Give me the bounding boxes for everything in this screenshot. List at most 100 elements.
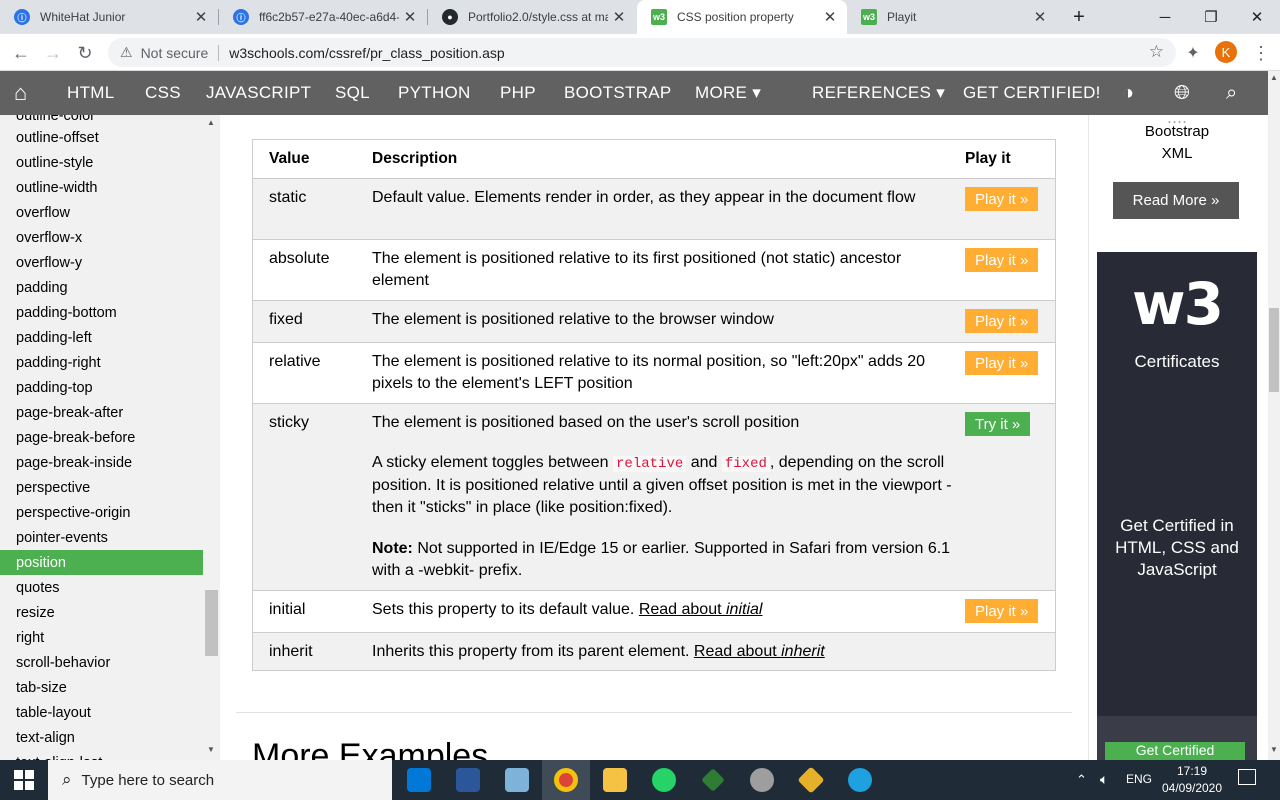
nav-sql[interactable]: SQL (335, 71, 370, 115)
volume-icon[interactable]: 🔈︎ (1100, 771, 1108, 788)
sidebar-item[interactable]: quotes (0, 575, 203, 600)
nav-html[interactable]: HTML (67, 71, 114, 115)
clock-time[interactable]: 17:19 (1160, 764, 1224, 778)
tab-css-position[interactable]: w3 CSS position property ✕ (637, 0, 847, 34)
sidebar-item[interactable]: padding-top (0, 375, 203, 400)
nav-references[interactable]: REFERENCES ▾ (812, 71, 945, 115)
nav-bootstrap[interactable]: BOOTSTRAP (564, 71, 672, 115)
scroll-up-icon[interactable]: ▲ (207, 118, 215, 127)
tab-uuid[interactable]: ⓘ ff6c2b57-e27a-40ec-a6d4-2 ✕ (219, 0, 427, 34)
back-icon[interactable]: ← (8, 40, 34, 66)
close-tab-icon[interactable]: ✕ (819, 8, 841, 26)
nav-more[interactable]: MORE ▾ (695, 71, 761, 115)
play-it-button[interactable]: Play it » (965, 351, 1039, 375)
new-tab-button[interactable]: + (1056, 0, 1102, 34)
sidebar-item[interactable]: overflow-y (0, 250, 203, 275)
tab-github[interactable]: ● Portfolio2.0/style.css at mas ✕ (428, 0, 636, 34)
sidebar-item[interactable]: outline-style (0, 150, 203, 175)
whatsapp-icon[interactable] (652, 768, 676, 792)
tab-playit[interactable]: w3 Playit ✕ (847, 0, 1057, 34)
nav-php[interactable]: PHP (500, 71, 536, 115)
forward-icon[interactable]: → (40, 40, 66, 66)
restore-icon[interactable]: ❐ (1188, 0, 1234, 34)
profile-avatar[interactable]: K (1215, 41, 1237, 63)
sidebar-item[interactable]: overflow-x (0, 225, 203, 250)
nav-python[interactable]: PYTHON (398, 71, 471, 115)
git-icon[interactable] (797, 766, 825, 794)
sidebar-item[interactable]: perspective (0, 475, 203, 500)
sidebar-item[interactable]: scroll-behavior (0, 650, 203, 675)
nav-get-certified[interactable]: GET CERTIFIED! (963, 71, 1101, 115)
extensions-icon[interactable]: ✦ (1180, 40, 1206, 66)
sidebar-item[interactable]: right (0, 625, 203, 650)
sidebar-item[interactable]: page-break-before (0, 425, 203, 450)
read-about-initial-link[interactable]: Read about initial (639, 601, 763, 618)
right-list-item[interactable]: XML (1089, 145, 1265, 162)
right-list-item[interactable]: Bootstrap (1089, 123, 1265, 140)
taskbar-search[interactable]: ⌕ Type here to search (48, 760, 392, 800)
file-explorer-icon[interactable] (603, 768, 627, 792)
play-it-button[interactable]: Play it » (965, 599, 1039, 623)
tab-whitehat[interactable]: ⓘ WhiteHat Junior ✕ (0, 0, 218, 34)
read-about-inherit-link[interactable]: Read about inherit (694, 643, 825, 660)
sidebar-item[interactable]: page-break-inside (0, 450, 203, 475)
sidebar-item[interactable]: text-align (0, 725, 203, 750)
close-tab-icon[interactable]: ✕ (1029, 8, 1051, 26)
sidebar-item[interactable]: padding-right (0, 350, 203, 375)
read-more-button[interactable]: Read More » (1113, 182, 1239, 219)
sidebar-scroll-thumb[interactable] (205, 590, 218, 656)
word-icon[interactable] (456, 768, 480, 792)
omnibox[interactable]: ⚠ Not secure w3schools.com/cssref/pr_cla… (108, 38, 1176, 67)
reload-icon[interactable]: ↻ (72, 40, 98, 66)
close-tab-icon[interactable]: ✕ (190, 8, 212, 26)
play-it-button[interactable]: Play it » (965, 187, 1039, 211)
marker-icon[interactable] (701, 768, 725, 792)
sidebar-item[interactable]: outline-width (0, 175, 203, 200)
close-window-icon[interactable]: ✕ (1234, 0, 1280, 34)
paint-icon[interactable] (750, 768, 774, 792)
page-scroll-thumb[interactable] (1269, 308, 1279, 392)
play-it-button[interactable]: Play it » (965, 248, 1039, 272)
ad-get-certified-button[interactable]: Get Certified (1105, 742, 1245, 760)
notifications-icon[interactable] (1238, 769, 1256, 785)
notes-icon[interactable] (505, 768, 529, 792)
nav-css[interactable]: CSS (145, 71, 181, 115)
sidebar-item[interactable]: text-align-last (0, 750, 203, 761)
url-text[interactable]: w3schools.com/cssref/pr_class_position.a… (229, 45, 504, 61)
play-it-button[interactable]: Play it » (965, 309, 1039, 333)
windows-start-icon[interactable] (14, 770, 34, 790)
tray-chevron-icon[interactable]: ⌃ (1076, 772, 1087, 788)
sidebar-item[interactable]: outline-offset (0, 125, 203, 150)
vscode-icon[interactable] (407, 768, 431, 792)
not-secure-label[interactable]: Not secure (141, 45, 209, 61)
scroll-down-icon[interactable]: ▼ (1270, 745, 1278, 754)
sidebar-item[interactable]: padding (0, 275, 203, 300)
close-tab-icon[interactable]: ✕ (608, 8, 630, 26)
sidebar-scrollbar[interactable]: ▲ ▼ (204, 115, 220, 760)
sidebar-item[interactable]: perspective-origin (0, 500, 203, 525)
certificates-ad[interactable]: w3 Certificates Get Certified in HTML, C… (1097, 252, 1257, 760)
sidebar-item[interactable]: pointer-events (0, 525, 203, 550)
bookmark-star-icon[interactable]: ☆ (1149, 42, 1164, 62)
clock-date[interactable]: 04/09/2020 (1160, 781, 1224, 795)
language-indicator[interactable]: ENG (1126, 772, 1152, 786)
minimize-icon[interactable]: ─ (1142, 0, 1188, 34)
home-icon[interactable]: ⌂ (14, 71, 28, 115)
close-tab-icon[interactable]: ✕ (399, 8, 421, 26)
sidebar-item-active[interactable]: position (0, 550, 203, 575)
scroll-down-icon[interactable]: ▼ (207, 745, 215, 754)
sidebar-item[interactable]: page-break-after (0, 400, 203, 425)
sidebar-item[interactable]: padding-left (0, 325, 203, 350)
sidebar-item[interactable]: overflow (0, 200, 203, 225)
sidebar-item[interactable]: tab-size (0, 675, 203, 700)
nav-javascript[interactable]: JAVASCRIPT (206, 71, 311, 115)
scroll-up-icon[interactable]: ▲ (1270, 73, 1278, 82)
try-it-button[interactable]: Try it » (965, 412, 1031, 436)
sidebar-item[interactable]: table-layout (0, 700, 203, 725)
edge-icon[interactable] (848, 768, 872, 792)
page-scrollbar[interactable]: ▲ ▼ (1268, 71, 1280, 760)
sidebar-item[interactable]: resize (0, 600, 203, 625)
menu-kebab-icon[interactable]: ⋮ (1248, 40, 1274, 66)
chrome-icon[interactable] (554, 768, 578, 792)
sidebar-item[interactable]: padding-bottom (0, 300, 203, 325)
